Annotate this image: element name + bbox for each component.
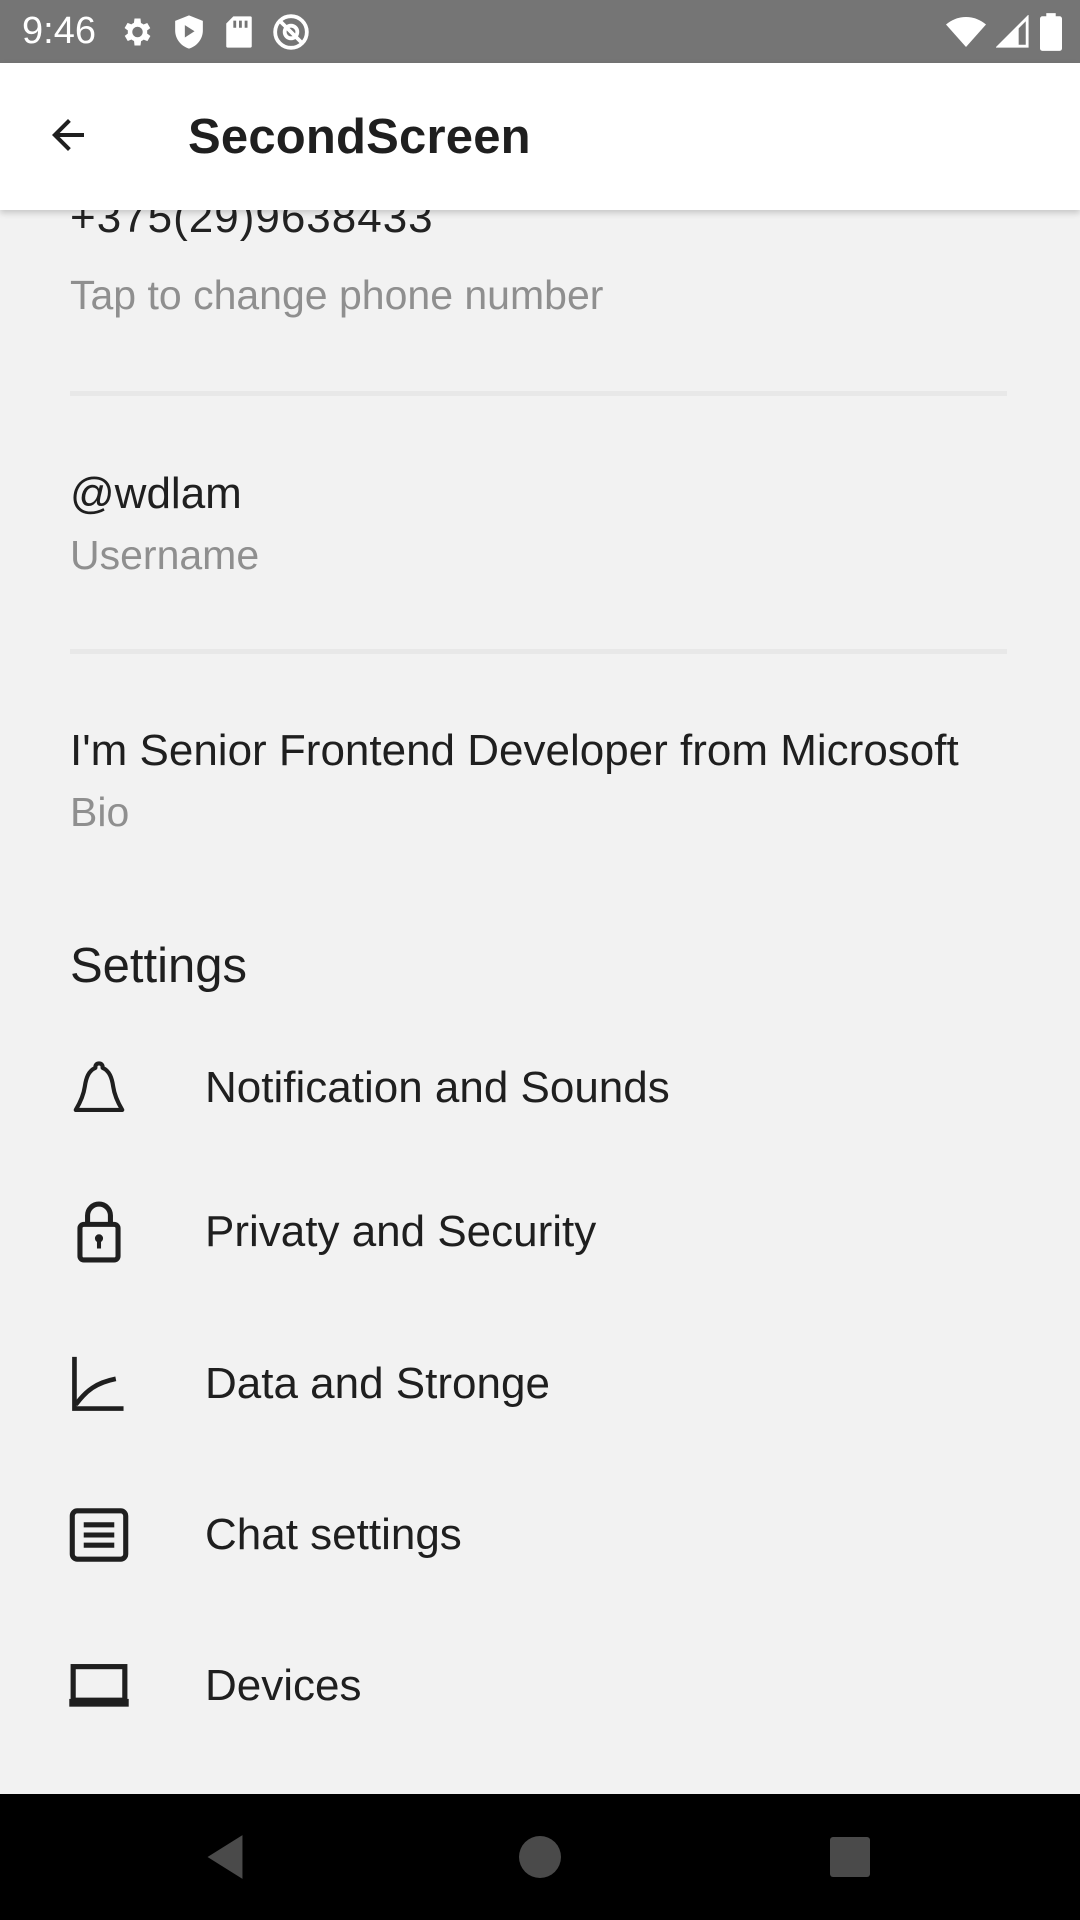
signal-icon <box>996 15 1030 49</box>
settings-item-label: Data and Stronge <box>205 1359 550 1408</box>
app-bar: SecondScreen <box>0 63 1080 210</box>
settings-item-label: Chat settings <box>205 1510 462 1559</box>
phone-number: +375(29)9638433 <box>70 210 434 242</box>
at-sign-icon <box>272 13 310 51</box>
chart-icon <box>66 1351 132 1417</box>
sd-card-icon <box>224 15 254 49</box>
nav-home-button[interactable] <box>505 1824 575 1894</box>
phone-hint: Tap to change phone number <box>70 272 604 318</box>
settings-item-label: Privaty and Security <box>205 1207 597 1256</box>
settings-item-label: Devices <box>205 1661 362 1710</box>
battery-icon <box>1040 13 1062 51</box>
recents-square-icon <box>830 1836 870 1882</box>
nav-recents-button[interactable] <box>815 1824 885 1894</box>
wifi-icon <box>946 15 986 49</box>
status-time: 9:46 <box>22 10 96 52</box>
username-value: @wdlam <box>70 469 242 518</box>
profile-content[interactable]: +375(29)9638433 Tap to change phone numb… <box>0 210 1080 1794</box>
shield-play-icon <box>172 14 206 50</box>
settings-item-data-storage[interactable]: Data and Stronge <box>0 1323 1080 1453</box>
system-nav-bar <box>0 1794 1080 1920</box>
settings-item-notifications[interactable]: Notification and Sounds <box>0 1027 1080 1157</box>
gear-icon <box>118 14 154 50</box>
page-title: SecondScreen <box>188 110 531 164</box>
settings-item-privacy[interactable]: Privaty and Security <box>0 1171 1080 1301</box>
arrow-left-icon <box>44 111 92 164</box>
username-caption: Username <box>70 532 260 578</box>
home-circle-icon <box>519 1835 561 1883</box>
nav-back-button[interactable] <box>190 1824 260 1894</box>
chat-lines-icon <box>66 1502 132 1568</box>
bio-caption: Bio <box>70 789 130 835</box>
status-notification-icons <box>118 10 310 54</box>
bio-value: I'm Senior Frontend Developer from Micro… <box>70 726 959 775</box>
bell-icon <box>66 1055 132 1121</box>
settings-item-devices[interactable]: Devices <box>0 1625 1080 1755</box>
back-triangle-icon <box>203 1833 247 1886</box>
settings-section-title: Settings <box>70 939 248 993</box>
status-bar: 9:46 <box>0 0 1080 63</box>
settings-item-label: Notification and Sounds <box>205 1063 670 1112</box>
back-button[interactable] <box>30 99 106 175</box>
lock-icon <box>66 1199 132 1265</box>
status-system-icons <box>946 10 1062 54</box>
divider <box>70 391 1007 396</box>
divider <box>70 649 1007 654</box>
settings-item-chat[interactable]: Chat settings <box>0 1474 1080 1604</box>
laptop-icon <box>66 1653 132 1719</box>
